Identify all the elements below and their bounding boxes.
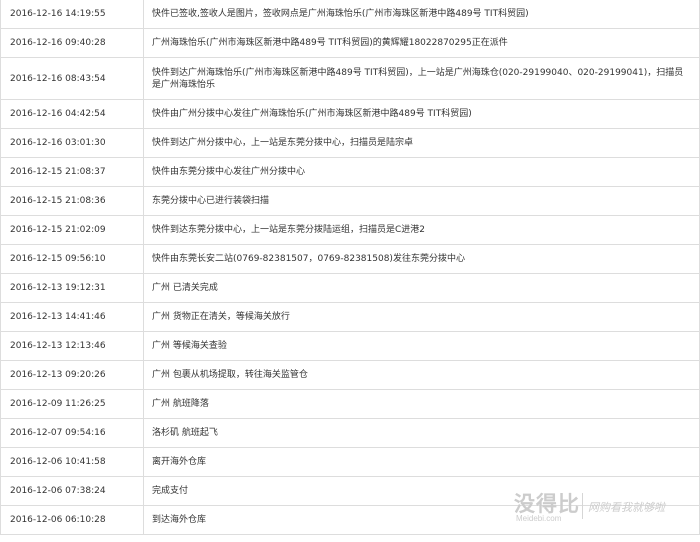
row-description: 洛杉矶 航班起飞 bbox=[143, 418, 700, 448]
table-row: 2016-12-09 11:26:25 广州 航班降落 bbox=[0, 389, 700, 419]
table-row: 2016-12-16 03:01:30 快件到达广州分拨中心，上一站是东莞分拨中… bbox=[0, 128, 700, 158]
row-time: 2016-12-07 09:54:16 bbox=[0, 418, 144, 448]
row-time: 2016-12-09 11:26:25 bbox=[0, 389, 144, 419]
table-row: 2016-12-13 12:13:46 广州 等候海关查验 bbox=[0, 331, 700, 361]
row-time: 2016-12-13 12:13:46 bbox=[0, 331, 144, 361]
row-description: 快件到达东莞分拨中心，上一站是东莞分拨陆运组，扫描员是C进港2 bbox=[143, 215, 700, 245]
row-description: 广州 等候海关查验 bbox=[143, 331, 700, 361]
table-row: 2016-12-06 10:41:58 离开海外仓库 bbox=[0, 447, 700, 477]
row-time: 2016-12-13 19:12:31 bbox=[0, 273, 144, 303]
table-row: 2016-12-06 07:38:24 完成支付 bbox=[0, 476, 700, 506]
table-row: 2016-12-06 06:10:28 到达海外仓库 bbox=[0, 505, 700, 535]
row-description: 快件到达广州分拨中心，上一站是东莞分拨中心，扫描员是陆宗卓 bbox=[143, 128, 700, 158]
row-description: 快件由东莞分拨中心发往广州分拨中心 bbox=[143, 157, 700, 187]
tracking-table: 2016-12-16 14:19:55 快件已签收,签收人是图片，签收网点是广州… bbox=[0, 0, 700, 535]
row-description: 广州 货物正在清关，等候海关放行 bbox=[143, 302, 700, 332]
table-row: 2016-12-15 21:08:36 东莞分拨中心已进行装袋扫描 bbox=[0, 186, 700, 216]
row-time: 2016-12-06 10:41:58 bbox=[0, 447, 144, 477]
row-time: 2016-12-15 21:08:37 bbox=[0, 157, 144, 187]
row-description: 快件到达广州海珠怡乐(广州市海珠区新港中路489号 TIT科贸园)，上一站是广州… bbox=[143, 57, 700, 100]
row-time: 2016-12-16 04:42:54 bbox=[0, 99, 144, 129]
row-time: 2016-12-16 09:40:28 bbox=[0, 28, 144, 58]
table-row: 2016-12-15 09:56:10 快件由东莞长安二站(0769-82381… bbox=[0, 244, 700, 274]
row-time: 2016-12-15 21:08:36 bbox=[0, 186, 144, 216]
row-description: 完成支付 bbox=[143, 476, 700, 506]
row-time: 2016-12-06 06:10:28 bbox=[0, 505, 144, 535]
row-time: 2016-12-16 08:43:54 bbox=[0, 57, 144, 100]
row-time: 2016-12-15 21:02:09 bbox=[0, 215, 144, 245]
row-description: 广州 已清关完成 bbox=[143, 273, 700, 303]
table-row: 2016-12-13 09:20:26 广州 包裹从机场提取，转往海关监管仓 bbox=[0, 360, 700, 390]
row-time: 2016-12-15 09:56:10 bbox=[0, 244, 144, 274]
row-time: 2016-12-16 03:01:30 bbox=[0, 128, 144, 158]
table-row: 2016-12-16 09:40:28 广州海珠怡乐(广州市海珠区新港中路489… bbox=[0, 28, 700, 58]
row-description: 快件由广州分拨中心发往广州海珠怡乐(广州市海珠区新港中路489号 TIT科贸园) bbox=[143, 99, 700, 129]
table-row: 2016-12-15 21:08:37 快件由东莞分拨中心发往广州分拨中心 bbox=[0, 157, 700, 187]
row-description: 到达海外仓库 bbox=[143, 505, 700, 535]
table-row: 2016-12-13 14:41:46 广州 货物正在清关，等候海关放行 bbox=[0, 302, 700, 332]
row-description: 快件由东莞长安二站(0769-82381507，0769-82381508)发往… bbox=[143, 244, 700, 274]
row-description: 广州 航班降落 bbox=[143, 389, 700, 419]
row-time: 2016-12-06 07:38:24 bbox=[0, 476, 144, 506]
table-row: 2016-12-16 14:19:55 快件已签收,签收人是图片，签收网点是广州… bbox=[0, 0, 700, 29]
row-description: 东莞分拨中心已进行装袋扫描 bbox=[143, 186, 700, 216]
table-row: 2016-12-13 19:12:31 广州 已清关完成 bbox=[0, 273, 700, 303]
tracking-table-body: 2016-12-16 14:19:55 快件已签收,签收人是图片，签收网点是广州… bbox=[0, 0, 700, 535]
row-description: 快件已签收,签收人是图片，签收网点是广州海珠怡乐(广州市海珠区新港中路489号 … bbox=[143, 0, 700, 29]
row-description: 广州 包裹从机场提取，转往海关监管仓 bbox=[143, 360, 700, 390]
table-row: 2016-12-07 09:54:16 洛杉矶 航班起飞 bbox=[0, 418, 700, 448]
table-row: 2016-12-16 04:42:54 快件由广州分拨中心发往广州海珠怡乐(广州… bbox=[0, 99, 700, 129]
table-row: 2016-12-16 08:43:54 快件到达广州海珠怡乐(广州市海珠区新港中… bbox=[0, 57, 700, 100]
row-description: 离开海外仓库 bbox=[143, 447, 700, 477]
row-description: 广州海珠怡乐(广州市海珠区新港中路489号 TIT科贸园)的黄辉耀1802287… bbox=[143, 28, 700, 58]
row-time: 2016-12-16 14:19:55 bbox=[0, 0, 144, 29]
table-row: 2016-12-15 21:02:09 快件到达东莞分拨中心，上一站是东莞分拨陆… bbox=[0, 215, 700, 245]
row-time: 2016-12-13 14:41:46 bbox=[0, 302, 144, 332]
row-time: 2016-12-13 09:20:26 bbox=[0, 360, 144, 390]
